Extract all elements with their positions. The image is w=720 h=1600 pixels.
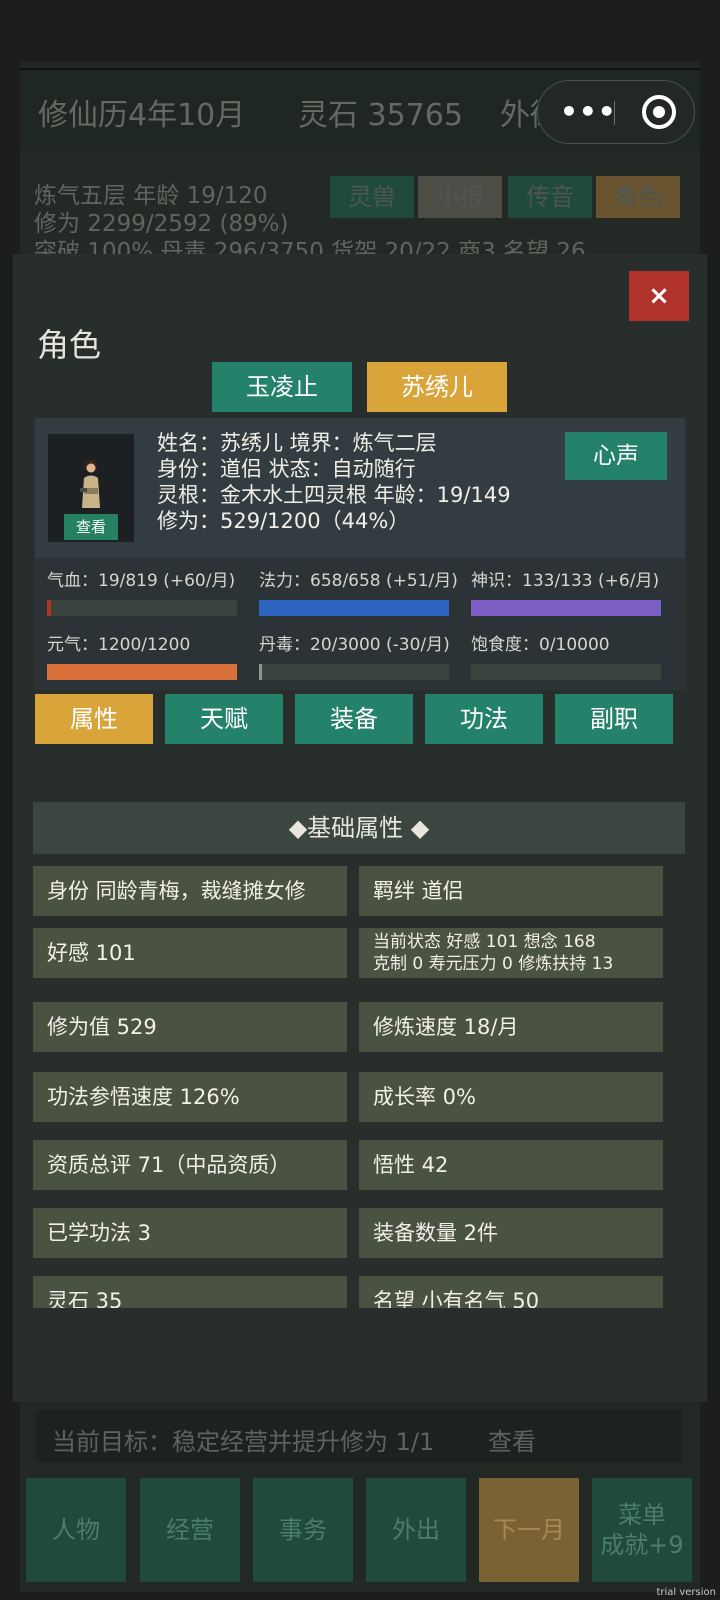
gauge-sense-track <box>471 600 661 616</box>
info-line-root: 灵根：金木水土四灵根 年龄：19/149 <box>157 483 511 507</box>
gauge-vitality: 元气：1200/1200 <box>47 630 237 680</box>
miniprogram-capsule[interactable]: ••• <box>537 80 695 144</box>
close-button[interactable]: × <box>629 271 689 321</box>
attribute-cell: 灵石 35 <box>33 1276 347 1308</box>
attribute-cell: 名望 小有名气 50 <box>359 1276 663 1308</box>
gauge-toxin-fill <box>259 664 262 680</box>
character-modal: × 角色 玉凌止 苏绣儿 查看 姓名：苏绣儿 境界：炼气二层 身份：道侣 状态：… <box>13 254 707 1402</box>
nav-affairs[interactable]: 事务 <box>253 1478 353 1582</box>
attribute-cell: 已学功法 3 <box>33 1208 347 1258</box>
gauge-hp-label: 气血：19/819 (+60/月) <box>47 571 236 591</box>
attribute-cell: 身份 同龄青梅，裁缝摊女修 <box>33 866 347 916</box>
inner-voice-button[interactable]: 心声 <box>565 432 667 480</box>
attribute-cell: 功法参悟速度 126% <box>33 1072 347 1122</box>
nav-menu-line2: 成就+9 <box>600 1531 684 1559</box>
gauge-hp-track <box>47 600 237 616</box>
gauge-satiety-label: 饱食度：0/10000 <box>471 635 610 655</box>
gauge-sense-fill <box>471 600 661 616</box>
tab-equipment[interactable]: 装备 <box>295 694 413 744</box>
gauge-hp: 气血：19/819 (+60/月) <box>47 566 237 616</box>
stat-gauges: 气血：19/819 (+60/月) 法力：658/658 (+51/月) 神识：… <box>35 558 685 690</box>
info-line-name: 姓名：苏绣儿 境界：炼气二层 <box>157 431 437 455</box>
gauge-toxin-track <box>259 664 449 680</box>
tab-talents[interactable]: 天赋 <box>165 694 283 744</box>
char-tab-yu-lingzhi[interactable]: 玉凌止 <box>212 362 352 412</box>
character-details: 姓名：苏绣儿 境界：炼气二层 身份：道侣 状态：自动随行 灵根：金木水土四灵根 … <box>157 430 511 534</box>
tab-techniques[interactable]: 功法 <box>425 694 543 744</box>
tab-side-job[interactable]: 副职 <box>555 694 673 744</box>
char-tab-su-xiuer[interactable]: 苏绣儿 <box>367 362 507 412</box>
bg-tab-message[interactable]: 传音 <box>508 176 592 218</box>
attribute-cell: 修为值 529 <box>33 1002 347 1052</box>
gauge-sense-label: 神识：133/133 (+6/月) <box>471 571 660 591</box>
attribute-cell: 成长率 0% <box>359 1072 663 1122</box>
character-portrait: 查看 <box>48 434 134 542</box>
attribute-cell: 资质总评 71（中品资质） <box>33 1140 347 1190</box>
bg-tab-news[interactable]: 小报 <box>418 176 502 218</box>
nav-character[interactable]: 人物 <box>26 1478 126 1582</box>
gauge-satiety: 饱食度：0/10000 <box>471 630 661 680</box>
attribute-cell: 悟性 42 <box>359 1140 663 1190</box>
game-screen: 修仙历4年10月 灵石 35765 外街小铺 ••• 炼气五层 年龄 19/12… <box>0 0 720 1600</box>
attribute-cell-line: 当前状态 好感 101 想念 168 <box>373 932 596 952</box>
attribute-cell: 当前状态 好感 101 想念 168 克制 0 寿元压力 0 修炼扶持 13 <box>359 928 663 978</box>
gauge-vitality-track <box>47 664 237 680</box>
attribute-cell: 修炼速度 18/月 <box>359 1002 663 1052</box>
character-info-card: 查看 姓名：苏绣儿 境界：炼气二层 身份：道侣 状态：自动随行 灵根：金木水土四… <box>35 418 685 558</box>
spirit-stone-count: 灵石 35765 <box>298 98 463 133</box>
info-line-identity: 身份：道侣 状态：自动随行 <box>157 457 416 481</box>
trial-watermark: trial version <box>656 1587 716 1598</box>
attribute-cell: 装备数量 2件 <box>359 1208 663 1258</box>
view-portrait-button[interactable]: 查看 <box>64 514 118 540</box>
gauge-mana: 法力：658/658 (+51/月) <box>259 566 458 616</box>
gauge-pill-toxin: 丹毒：20/3000 (-30/月) <box>259 630 450 680</box>
close-program-icon[interactable] <box>642 95 676 129</box>
nav-menu[interactable]: 菜单 成就+9 <box>592 1478 692 1582</box>
bg-tab-spirit-beast[interactable]: 灵兽 <box>330 176 414 218</box>
attributes-header: ◆基础属性 ◆ <box>33 802 685 854</box>
gauge-vitality-label: 元气：1200/1200 <box>47 635 191 655</box>
gauge-satiety-track <box>471 664 661 680</box>
attribute-cell: 羁绊 道侣 <box>359 866 663 916</box>
nav-business[interactable]: 经营 <box>140 1478 240 1582</box>
modal-title: 角色 <box>37 326 102 364</box>
gauge-hp-fill <box>47 600 52 616</box>
capsule-divider <box>614 101 615 125</box>
gauge-vitality-fill <box>47 664 237 680</box>
goal-bar: 当前目标：稳定经营并提升修为 1/1 查看 <box>36 1410 682 1462</box>
attributes-scroll-area[interactable]: ◆基础属性 ◆ 身份 同龄青梅，裁缝摊女修 羁绊 道侣 好感 101 当前状态 好感 … <box>33 802 685 1308</box>
gauge-spirit-sense: 神识：133/133 (+6/月) <box>471 566 661 616</box>
gauge-toxin-label: 丹毒：20/3000 (-30/月) <box>259 635 450 655</box>
nav-next-month[interactable]: 下一月 <box>479 1478 579 1582</box>
goal-view-link[interactable]: 查看 <box>488 1422 536 1457</box>
bg-tab-role[interactable]: 角色 <box>596 176 680 218</box>
goal-text: 当前目标：稳定经营并提升修为 1/1 <box>52 1428 435 1456</box>
nav-menu-line1: 菜单 <box>618 1501 666 1529</box>
attribute-cell: 好感 101 <box>33 928 347 978</box>
attribute-cell-line: 克制 0 寿元压力 0 修炼扶持 13 <box>373 954 614 974</box>
calendar-text: 修仙历4年10月 <box>38 98 246 133</box>
gauge-mana-label: 法力：658/658 (+51/月) <box>259 571 458 591</box>
nav-go-out[interactable]: 外出 <box>366 1478 466 1582</box>
gauge-mana-fill <box>259 600 449 616</box>
tab-attributes[interactable]: 属性 <box>35 694 153 744</box>
gauge-mana-track <box>259 600 449 616</box>
info-line-cultivation: 修为：529/1200（44%） <box>157 509 410 533</box>
character-figure-icon <box>80 460 100 508</box>
more-dots-icon[interactable]: ••• <box>560 95 617 128</box>
